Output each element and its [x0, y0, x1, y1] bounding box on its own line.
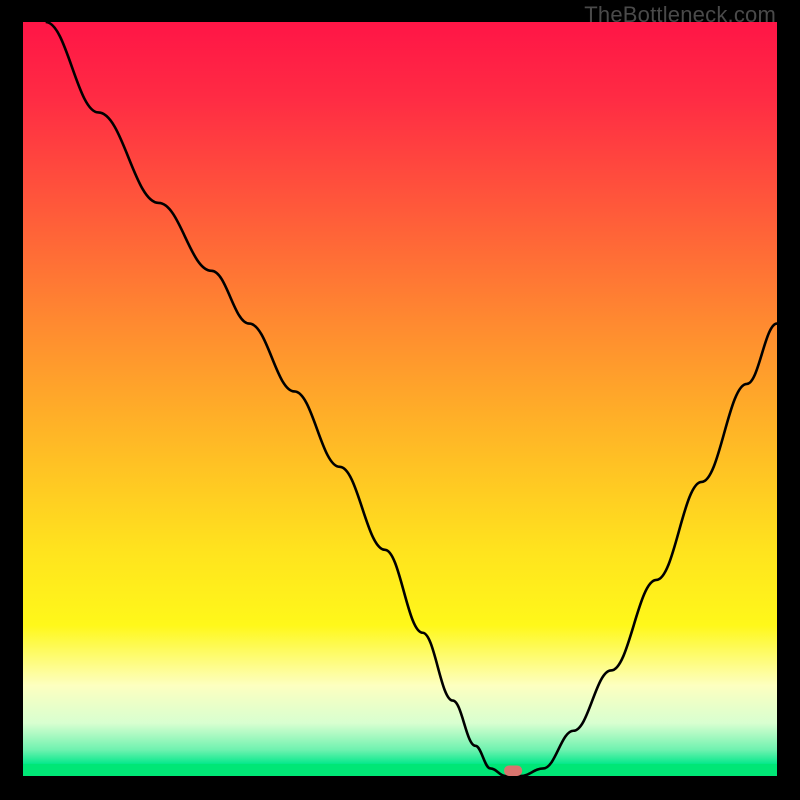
- chart-optimal-marker: [504, 765, 522, 776]
- chart-svg: [23, 22, 777, 776]
- chart-green-baseline: [23, 764, 777, 776]
- chart-background-gradient: [23, 22, 777, 776]
- chart-plot-area: [23, 22, 777, 776]
